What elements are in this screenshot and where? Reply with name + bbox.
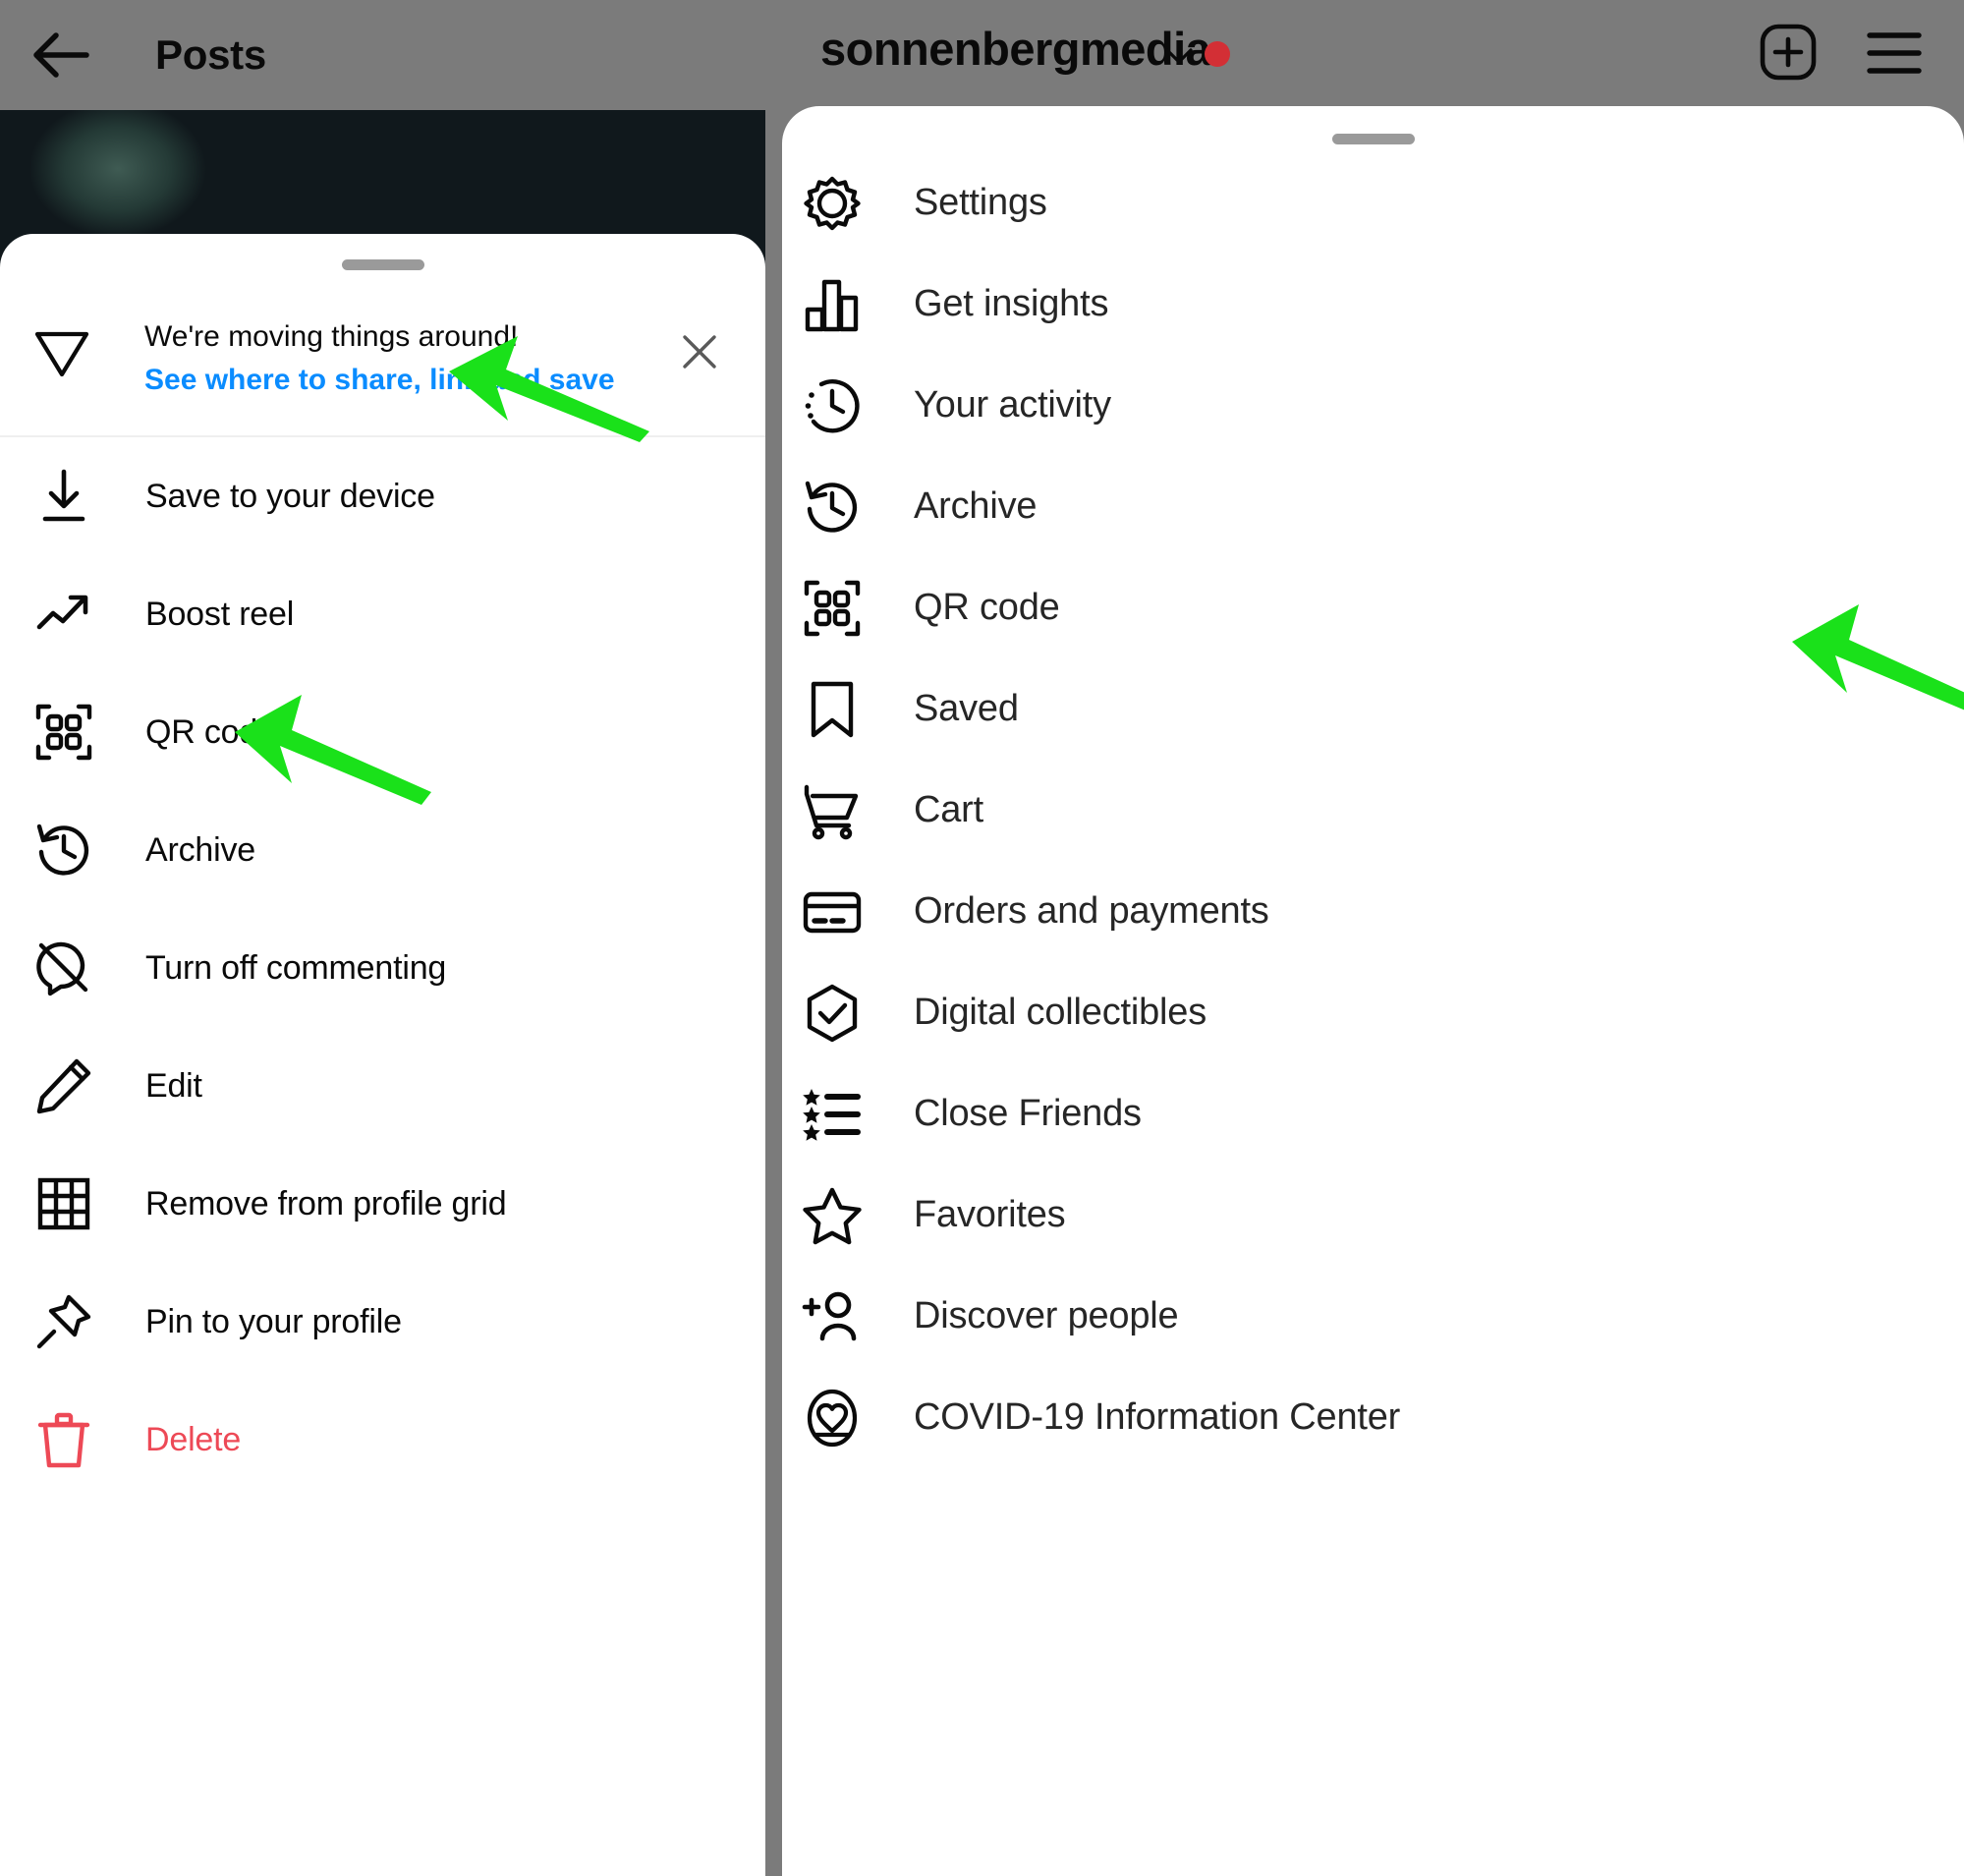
bar-chart-icon — [802, 274, 863, 335]
left-menu-list: Save to your device Boost reel QR code A… — [0, 437, 765, 1499]
menu-label: Remove from profile grid — [145, 1184, 507, 1222]
qr-code-icon — [33, 702, 94, 763]
right-header: sonnenbergmedia — [765, 0, 1964, 106]
chevron-down-icon[interactable] — [1162, 39, 1196, 73]
comment-off-icon — [33, 938, 94, 998]
menu-label: Get insights — [914, 283, 1109, 324]
account-username[interactable]: sonnenbergmedia — [820, 22, 1211, 76]
right-menu-list: Settings Get insights Your activity Arch… — [782, 152, 1964, 1468]
menu-item-boost-reel[interactable]: Boost reel — [0, 555, 765, 673]
covid-heart-icon — [802, 1388, 863, 1449]
close-icon[interactable] — [677, 329, 722, 374]
menu-item-discover-people[interactable]: Discover people — [782, 1266, 1964, 1367]
trash-icon — [33, 1409, 94, 1470]
menu-item-get-insights[interactable]: Get insights — [782, 254, 1964, 355]
right-bottom-sheet: Settings Get insights Your activity Arch… — [782, 106, 1964, 1876]
menu-label: Digital collectibles — [914, 992, 1207, 1033]
menu-label: COVID-19 Information Center — [914, 1396, 1401, 1438]
menu-item-turn-off-commenting[interactable]: Turn off commenting — [0, 909, 765, 1027]
menu-label: Your activity — [914, 384, 1111, 426]
menu-item-orders-and-payments[interactable]: Orders and payments — [782, 861, 1964, 962]
banner-link[interactable]: See where to share, link and save — [144, 361, 677, 400]
menu-item-archive[interactable]: Archive — [782, 456, 1964, 557]
menu-label: Turn off commenting — [145, 948, 447, 987]
menu-item-digital-collectibles[interactable]: Digital collectibles — [782, 962, 1964, 1063]
menu-item-settings[interactable]: Settings — [782, 152, 1964, 254]
plus-square-icon[interactable] — [1758, 22, 1819, 83]
left-bottom-sheet: We're moving things around! See where to… — [0, 234, 765, 1876]
menu-label: Favorites — [914, 1194, 1066, 1235]
trending-up-icon — [33, 584, 94, 645]
star-list-icon — [802, 1084, 863, 1145]
add-person-icon — [802, 1286, 863, 1347]
menu-item-covid-19-information-center[interactable]: COVID-19 Information Center — [782, 1367, 1964, 1468]
archive-clock-icon — [802, 477, 863, 538]
status-badge-dot — [1205, 41, 1230, 67]
menu-label: Archive — [914, 485, 1038, 527]
sheet-grabber-handle[interactable] — [341, 259, 424, 270]
credit-card-icon — [802, 881, 863, 942]
archive-clock-icon — [33, 820, 94, 881]
menu-label: Archive — [145, 830, 255, 869]
menu-label: Saved — [914, 688, 1019, 729]
menu-label: Close Friends — [914, 1093, 1142, 1134]
menu-item-close-friends[interactable]: Close Friends — [782, 1063, 1964, 1165]
right-phone-panel: sonnenbergmedia Settings Get insights Yo… — [765, 0, 1964, 1876]
menu-label: Cart — [914, 789, 983, 830]
menu-item-qr-code[interactable]: QR code — [782, 557, 1964, 658]
activity-clock-icon — [802, 375, 863, 436]
menu-label: Settings — [914, 182, 1047, 223]
shield-check-icon — [802, 983, 863, 1044]
grid-icon — [33, 1173, 94, 1234]
pencil-edit-icon — [33, 1055, 94, 1116]
menu-item-edit[interactable]: Edit — [0, 1027, 765, 1145]
left-header: Posts — [0, 0, 765, 110]
bookmark-icon — [802, 679, 863, 740]
menu-item-saved[interactable]: Saved — [782, 658, 1964, 760]
menu-item-qr-code[interactable]: QR code — [0, 673, 765, 791]
dual-phone-screenshot: Posts We're moving things around! See wh… — [0, 0, 1964, 1876]
menu-label: Delete — [145, 1420, 242, 1458]
left-phone-panel: Posts We're moving things around! See wh… — [0, 0, 765, 1876]
moving-things-banner[interactable]: We're moving things around! See where to… — [0, 270, 765, 438]
gear-icon — [802, 173, 863, 234]
star-icon — [802, 1185, 863, 1246]
back-arrow-icon[interactable] — [29, 23, 94, 87]
menu-item-remove-from-profile-grid[interactable]: Remove from profile grid — [0, 1145, 765, 1263]
download-icon — [33, 466, 94, 527]
menu-item-delete[interactable]: Delete — [0, 1381, 765, 1499]
pin-icon — [33, 1291, 94, 1352]
menu-item-pin-to-profile[interactable]: Pin to your profile — [0, 1263, 765, 1381]
menu-label: Save to your device — [145, 477, 435, 515]
share-paper-plane-icon — [33, 323, 90, 380]
hamburger-menu-icon[interactable] — [1864, 26, 1925, 81]
menu-label: Edit — [145, 1066, 202, 1105]
menu-label: Pin to your profile — [145, 1302, 402, 1340]
menu-item-cart[interactable]: Cart — [782, 760, 1964, 861]
menu-label: Discover people — [914, 1295, 1179, 1336]
menu-item-your-activity[interactable]: Your activity — [782, 355, 1964, 456]
menu-label: QR code — [145, 712, 276, 751]
cart-icon — [802, 780, 863, 841]
menu-label: Boost reel — [145, 595, 295, 633]
page-title: Posts — [155, 31, 266, 78]
menu-item-save-to-device[interactable]: Save to your device — [0, 437, 765, 555]
qr-code-icon — [802, 578, 863, 639]
banner-headline: We're moving things around! — [144, 320, 519, 353]
menu-label: QR code — [914, 587, 1060, 628]
banner-text-block: We're moving things around! See where to… — [144, 317, 677, 400]
menu-item-favorites[interactable]: Favorites — [782, 1165, 1964, 1266]
sheet-grabber-handle[interactable] — [1331, 134, 1415, 144]
menu-item-archive[interactable]: Archive — [0, 791, 765, 909]
menu-label: Orders and payments — [914, 890, 1269, 932]
